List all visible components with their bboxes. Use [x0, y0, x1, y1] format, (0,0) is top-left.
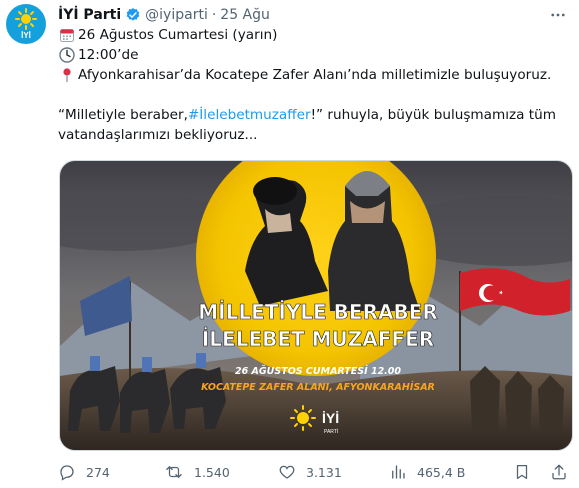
- time-line-text: 12:00’de: [78, 47, 139, 63]
- poster-location: KOCATEPE ZAFER ALANI, AFYONKARAHİSAR: [201, 382, 435, 393]
- share-button[interactable]: [550, 463, 578, 481]
- line-time: 12:00’de: [58, 45, 573, 65]
- verified-badge-icon[interactable]: [125, 7, 141, 23]
- handle[interactable]: @iyiparti: [145, 7, 208, 23]
- poster-date-time: 26 AĞUSTOS CUMARTESİ 12.00: [235, 365, 401, 377]
- poster-logo-text: İYİ: [322, 410, 339, 426]
- line-quote: “Milletiyle beraber, #İlelebetmuzaffer!”…: [58, 105, 573, 125]
- location-line-text: Afyonkarahisar’da Kocatepe Zafer Alanı’n…: [78, 67, 552, 83]
- date-line-text: 26 Ağustos Cumartesi (yarın): [78, 27, 278, 43]
- bookmark-button[interactable]: [513, 463, 541, 481]
- poster-logo-sub: PARTİ: [324, 428, 338, 435]
- line-location: Afyonkarahisar’da Kocatepe Zafer Alanı’n…: [58, 65, 573, 85]
- more-options-icon[interactable]: [547, 5, 569, 25]
- tweet-text: 26 Ağustos Cumartesi (yarın) 12:00’de Af…: [58, 25, 573, 145]
- hashtag-link[interactable]: #İlelebetmuzaffer: [188, 105, 311, 125]
- tweet-media[interactable]: MİLLETİYLE BERABER İLELEBET MUZAFFER 26 …: [59, 160, 573, 451]
- views-icon: [392, 465, 405, 479]
- repost-count: 1.540: [194, 464, 230, 480]
- share-icon: [552, 464, 566, 480]
- repost-button[interactable]: 1.540: [164, 463, 230, 481]
- clock-icon: [58, 46, 76, 64]
- poster-headline-2: İLELEBET MUZAFFER: [202, 327, 434, 351]
- quote-open: “Milletiyle beraber,: [58, 107, 188, 123]
- tweet-header: İYİ Parti @iyiparti · 25 Ağu: [58, 5, 569, 25]
- quote-line-2: vatandaşlarımızı bekliyoruz...: [58, 127, 258, 143]
- reply-count: 274: [86, 464, 110, 480]
- views-button[interactable]: 465,4 B: [389, 463, 465, 481]
- bookmark-icon: [516, 464, 528, 480]
- quote-rest: !” ruhuyla, büyük buluşmamıza tüm: [310, 107, 556, 123]
- sun-logo-icon: İYİ: [15, 8, 37, 40]
- line-date: 26 Ağustos Cumartesi (yarın): [58, 25, 573, 45]
- like-count: 3.131: [306, 464, 342, 480]
- heart-icon: [279, 465, 295, 479]
- line-quote-2: vatandaşlarımızı bekliyoruz...: [58, 125, 573, 145]
- repost-icon: [166, 466, 182, 478]
- reply-button[interactable]: 274: [58, 463, 110, 481]
- like-button[interactable]: 3.131: [278, 463, 342, 481]
- tweet-date[interactable]: 25 Ağu: [220, 7, 270, 23]
- poster-image: MİLLETİYLE BERABER İLELEBET MUZAFFER 26 …: [60, 161, 572, 450]
- pin-icon: [58, 66, 76, 84]
- separator: ·: [211, 7, 217, 23]
- poster-headline-1: MİLLETİYLE BERABER: [198, 300, 438, 324]
- tweet-actions: 274 1.540 3.131 465,4 B: [58, 460, 573, 484]
- views-count: 465,4 B: [417, 464, 466, 480]
- display-name[interactable]: İYİ Parti: [58, 7, 121, 23]
- avatar[interactable]: İYİ: [6, 4, 46, 44]
- reply-icon: [60, 465, 74, 481]
- avatar-logo-text: İYİ: [21, 31, 31, 40]
- calendar-icon: [58, 26, 76, 44]
